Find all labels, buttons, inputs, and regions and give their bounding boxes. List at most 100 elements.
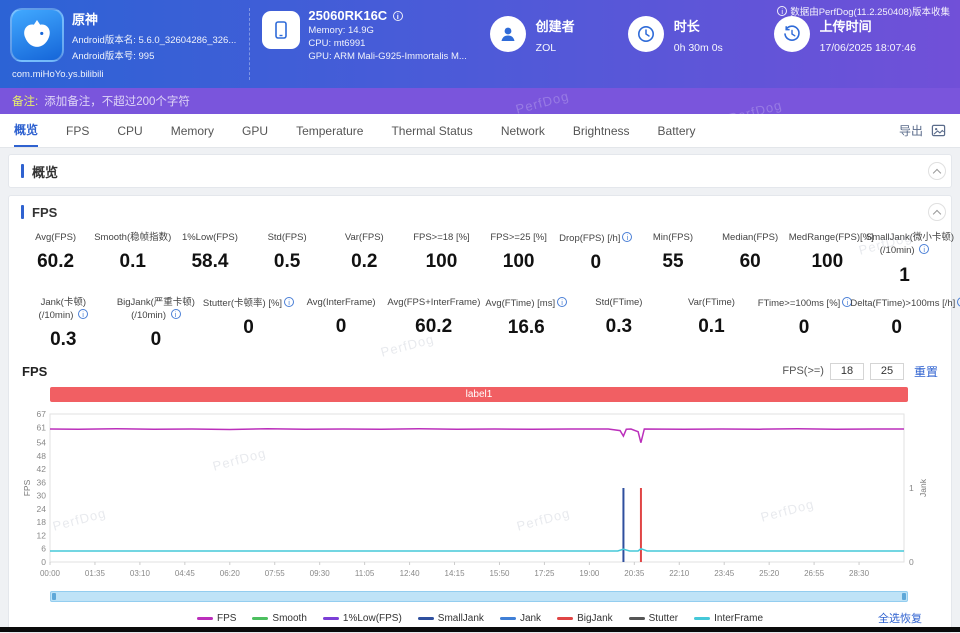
svg-text:20:35: 20:35 — [624, 569, 645, 578]
svg-text:19:00: 19:00 — [579, 569, 600, 578]
svg-text:22:10: 22:10 — [669, 569, 690, 578]
info-icon[interactable]: i — [557, 296, 568, 307]
legend-item-smooth[interactable]: Smooth — [252, 613, 307, 624]
tab-bar-items: 概览 FPS CPU Memory GPU Temperature Thermal Stat… — [14, 114, 696, 147]
collapse-overview-button[interactable] — [928, 162, 946, 180]
remark-input[interactable]: 备注: 添加备注，不超过200个字符 — [0, 88, 960, 114]
svg-text:00:00: 00:00 — [40, 569, 61, 578]
report-content: 概览 FPS Avg(FPS) 60.2 Smooth(稳帧指数) 0.1 1%Low(… — [0, 148, 960, 633]
tab-memory[interactable]: Memory — [171, 114, 214, 147]
stat-item: Smooth(稳帧指数) 0.1 — [94, 232, 172, 273]
info-icon[interactable]: i — [170, 309, 181, 320]
svg-text:12: 12 — [37, 531, 47, 541]
stat-item: MedRange(FPS)[%] 100 — [788, 232, 874, 273]
collapse-fps-button[interactable] — [928, 203, 946, 221]
fps-card: FPS Avg(FPS) 60.2 Smooth(稳帧指数) 0.1 1%Low(FPS… — [8, 195, 960, 633]
svg-text:01:35: 01:35 — [85, 569, 106, 578]
data-source-text: 数据由PerfDog(11.2.250408)版本收集 — [790, 7, 950, 18]
stat-item: FPS>=25 [%] 100 — [480, 232, 557, 287]
stat-value: 58.4 — [191, 251, 229, 273]
export-image-icon[interactable] — [931, 123, 946, 138]
svg-text:6: 6 — [41, 544, 46, 554]
info-icon[interactable]: i — [919, 244, 930, 255]
section-accent-bar — [21, 205, 24, 219]
stat-item: Delta(FTime)>100ms [/h]i0 — [850, 296, 960, 352]
svg-text:FPS: FPS — [22, 480, 32, 497]
report-header: i 数据由PerfDog(11.2.250408)版本收集 原神 Android… — [0, 0, 960, 88]
fps-stats-row1: Avg(FPS) 60.2 Smooth(稳帧指数) 0.1 1%Low(FPS) 58.… — [9, 232, 954, 287]
stat-value: 16.6 — [507, 317, 545, 339]
export-button[interactable]: 导出 — [899, 122, 923, 139]
chevron-up-icon — [932, 168, 942, 177]
legend-item-bigjank[interactable]: BigJank — [557, 613, 613, 624]
svg-text:17:25: 17:25 — [534, 569, 555, 578]
device-gpu: GPU: ARM Mali-G925-Immortalis M... — [308, 51, 467, 62]
upload-time-value: 17/06/2025 18:07:46 — [819, 42, 916, 54]
legend-item-interframe[interactable]: InterFrame — [694, 613, 763, 624]
tab-gpu[interactable]: GPU — [242, 114, 268, 147]
legend-item-1-low-fps-[interactable]: 1%Low(FPS) — [322, 613, 402, 624]
fps-chart-canvas[interactable]: 0 6 12 18 24 30 36 42 48 54 61 67 0 1 FPS Jank 00:00 01:3… — [22, 406, 934, 588]
stat-item: FPS>=18 [%] 100 — [403, 232, 480, 287]
stat-value: 0 — [243, 317, 254, 339]
user-icon — [489, 16, 526, 52]
data-source-note: i 数据由PerfDog(11.2.250408)版本收集 — [775, 4, 950, 18]
tab-brightness[interactable]: Brightness — [573, 114, 630, 147]
info-icon[interactable]: i — [284, 296, 295, 307]
fps-threshold2-input[interactable] — [869, 362, 904, 380]
svg-text:30: 30 — [37, 491, 47, 501]
stat-value: 100 — [425, 251, 458, 273]
tab-temperature[interactable]: Temperature — [296, 114, 363, 147]
stat-value: 0.3 — [50, 329, 77, 351]
info-icon[interactable]: i — [78, 309, 89, 320]
stat-item: Var(FPS) 0.2 — [326, 232, 403, 287]
info-icon: i — [777, 6, 788, 16]
fps-stats-row2: Jank(卡顿) (/10min) i 0.3 BigJank(严重卡顿) (/10mi… — [9, 296, 960, 352]
stat-item: Min(FPS) 55 — [634, 232, 711, 287]
stat-item: Avg(InterFrame) 0 — [295, 297, 388, 352]
creator-label: 创建者 — [535, 19, 575, 34]
device-memory: Memory: 14.9G — [308, 25, 374, 36]
tab-bar: 概览 FPS CPU Memory GPU Temperature Thermal Stat… — [0, 114, 960, 148]
creator-value: ZOL — [535, 42, 557, 54]
tab-cpu[interactable]: CPU — [117, 114, 142, 147]
legend-item-smalljank[interactable]: SmallJank — [417, 613, 484, 624]
restore-all-link[interactable]: 全选恢复 — [878, 610, 922, 626]
phone-icon — [262, 11, 301, 49]
tab-network[interactable]: Network — [501, 114, 545, 147]
history-clock-icon — [773, 16, 810, 52]
legend-swatch — [499, 616, 516, 620]
legend-item-jank[interactable]: Jank — [499, 613, 541, 624]
info-icon[interactable]: i — [622, 232, 633, 242]
package-name: com.miHoYo.ys.bilibili — [12, 69, 104, 80]
bottom-bar — [0, 627, 960, 632]
app-logo-icon — [10, 8, 64, 62]
fps-section-title: FPS — [32, 204, 58, 220]
reset-link[interactable]: 重置 — [914, 363, 938, 380]
legend-swatch — [196, 616, 213, 620]
svg-text:18: 18 — [37, 518, 47, 528]
stat-value: 100 — [811, 251, 844, 273]
legend-item-stutter[interactable]: Stutter — [628, 613, 678, 624]
legend-swatch — [417, 616, 434, 620]
tab-battery[interactable]: Battery — [658, 114, 696, 147]
duration-block: 时长 0h 30m 0s — [614, 8, 760, 80]
stat-item: Stutter(卡顿率) [%] i 0 — [202, 296, 295, 352]
stat-value: 55 — [662, 251, 684, 273]
stat-item: Avg(FPS) 60.2 — [17, 232, 94, 287]
legend-item-fps[interactable]: FPS — [196, 613, 236, 624]
device-model: 25060RK16C — [308, 8, 388, 23]
upload-time-block: 上传时间 17/06/2025 18:07:46 — [760, 8, 950, 80]
stat-item: Drop(FPS) [/h] i 0 — [557, 232, 634, 287]
stat-item: FTime>=100ms [%] i 0 — [758, 296, 853, 352]
chart-horizontal-scrollbar[interactable] — [50, 591, 908, 603]
svg-text:12:40: 12:40 — [400, 569, 421, 578]
fps-threshold1-input[interactable] — [829, 362, 864, 380]
tab-fps[interactable]: FPS — [66, 114, 89, 147]
series-banner[interactable]: label1 — [50, 387, 908, 403]
tab-overview[interactable]: 概览 — [14, 114, 39, 147]
fps-threshold-label: FPS(>=) — [782, 365, 824, 378]
svg-text:0: 0 — [909, 557, 914, 567]
tab-thermal-status[interactable]: Thermal Status — [391, 114, 472, 147]
device-info-icon[interactable]: i — [392, 11, 403, 21]
